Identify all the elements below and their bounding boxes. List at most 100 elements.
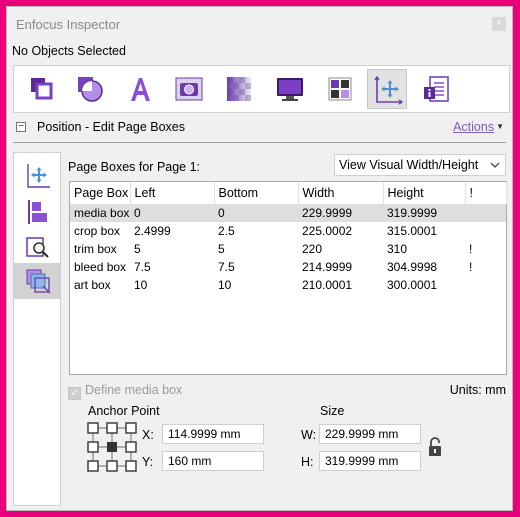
box-name-cell: art box: [74, 278, 111, 292]
table-row[interactable]: crop box 2.4999 2.5 225.0002 315.0001: [70, 222, 506, 240]
lock-open-icon[interactable]: [427, 436, 443, 458]
left-cell: 2.4999: [134, 224, 171, 238]
shape-tool-button[interactable]: [70, 69, 110, 109]
warning-cell: [465, 222, 506, 240]
section-header: − Position - Edit Page Boxes Actions ▼: [13, 119, 506, 143]
width-cell: 210.0001: [302, 278, 353, 292]
left-cell: 0: [130, 204, 214, 222]
layout-grid-icon: [328, 77, 352, 101]
box-name-cell: bleed box: [74, 260, 127, 274]
side-tab-move[interactable]: [14, 158, 60, 194]
actions-label: Actions: [453, 120, 495, 134]
crop-zoom-icon: [26, 237, 49, 258]
warning-cell: [465, 276, 506, 294]
side-tab-crop[interactable]: [14, 230, 60, 266]
height-cell: 319.9999: [383, 204, 465, 222]
height-cell: 310: [387, 242, 408, 256]
height-cell: 315.0001: [387, 224, 438, 238]
anchor-point-label: Anchor Point: [88, 404, 160, 418]
bottom-cell: 10: [218, 278, 232, 292]
box-name-cell: trim box: [74, 242, 117, 256]
column-header-left[interactable]: Left: [130, 182, 215, 205]
left-cell: 5: [134, 242, 141, 256]
object-layers-tool-button[interactable]: [22, 69, 62, 109]
move-icon: [27, 164, 50, 188]
height-field[interactable]: 319.9999 mm: [319, 451, 421, 471]
transparency-tool-button[interactable]: [219, 69, 259, 109]
warning-cell: !: [469, 242, 473, 256]
object-layers-icon: [31, 78, 53, 100]
selection-status: No Objects Selected: [12, 44, 126, 58]
column-header-height[interactable]: Height: [383, 182, 466, 205]
column-header-width[interactable]: Width: [298, 182, 384, 205]
image-icon: [175, 77, 203, 101]
width-cell: 214.9999: [302, 260, 353, 274]
position-icon: [374, 75, 403, 105]
width-cell: 225.0002: [302, 224, 353, 238]
box-name-cell: media box: [70, 204, 130, 222]
transparency-icon: [227, 77, 251, 101]
image-tool-button[interactable]: [169, 69, 209, 109]
page-boxes-table: Page Box Left Bottom Width Height ! medi…: [69, 181, 507, 375]
column-header-warning[interactable]: !: [465, 182, 507, 205]
triangle-down-icon: ▼: [496, 122, 504, 131]
left-cell: 7.5: [134, 260, 151, 274]
column-header-page-box[interactable]: Page Box: [70, 182, 131, 205]
table-row[interactable]: trim box 5 5 220 310 !: [70, 240, 506, 258]
monitor-tool-button[interactable]: [270, 69, 310, 109]
view-mode-select[interactable]: View Visual Width/Height: [334, 154, 506, 176]
x-label: X:: [142, 428, 154, 442]
layout-tool-button[interactable]: [320, 69, 360, 109]
column-header-bottom[interactable]: Bottom: [214, 182, 299, 205]
title-bar: Enfocus Inspector ×: [7, 7, 512, 39]
height-cell: 304.9998: [387, 260, 438, 274]
x-field[interactable]: 114.9999 mm: [162, 424, 264, 444]
chevron-down-icon: [490, 162, 500, 168]
units-label: Units: mm: [449, 383, 506, 397]
bottom-cell: 5: [218, 242, 225, 256]
inspector-toolbar: [13, 65, 510, 113]
side-tab-page-boxes[interactable]: [14, 263, 60, 299]
bottom-cell: 0: [214, 204, 298, 222]
collapse-toggle[interactable]: −: [16, 122, 26, 132]
size-label: Size: [320, 404, 345, 418]
y-label: Y:: [142, 455, 154, 469]
table-row[interactable]: bleed box 7.5 7.5 214.9999 304.9998 !: [70, 258, 506, 276]
page-boxes-icon: [26, 269, 51, 294]
bottom-cell: 7.5: [218, 260, 235, 274]
warning-cell: !: [469, 260, 473, 274]
warning-cell: [465, 204, 506, 222]
close-button[interactable]: ×: [492, 17, 506, 31]
shape-icon: [78, 77, 103, 102]
inspector-window: Enfocus Inspector × No Objects Selected: [6, 6, 513, 511]
anchor-point-selector[interactable]: [87, 422, 137, 472]
window-title: Enfocus Inspector: [16, 17, 121, 32]
align-icon: [28, 200, 47, 224]
position-tool-button[interactable]: [367, 69, 407, 109]
w-label: W:: [301, 428, 317, 442]
box-name-cell: crop box: [74, 224, 121, 238]
document-info-icon: [424, 76, 449, 102]
actions-menu[interactable]: Actions ▼: [453, 120, 504, 134]
bottom-cell: 2.5: [218, 224, 235, 238]
define-media-box-label: Define media box: [85, 383, 183, 397]
section-title: Position - Edit Page Boxes: [37, 120, 185, 134]
left-cell: 10: [134, 278, 148, 292]
width-field[interactable]: 229.9999 mm: [319, 424, 421, 444]
width-cell: 229.9999: [298, 204, 383, 222]
define-media-box-option: ✓ Define media box: [68, 383, 182, 400]
document-info-tool-button[interactable]: [417, 69, 457, 109]
height-cell: 300.0001: [387, 278, 438, 292]
h-label: H:: [301, 455, 314, 469]
table-row[interactable]: art box 10 10 210.0001 300.0001: [70, 276, 506, 294]
y-field[interactable]: 160 mm: [162, 451, 264, 471]
define-media-box-checkbox[interactable]: ✓: [68, 387, 81, 400]
side-tab-bar: [13, 152, 61, 506]
table-row[interactable]: media box 0 0 229.9999 319.9999: [70, 204, 506, 222]
side-tab-align[interactable]: [14, 194, 60, 230]
table-header-row: Page Box Left Bottom Width Height !: [70, 182, 507, 205]
view-mode-value: View Visual Width/Height: [339, 158, 479, 172]
page-boxes-label: Page Boxes for Page 1:: [68, 160, 201, 174]
text-tool-button[interactable]: [120, 69, 160, 109]
monitor-icon: [277, 78, 303, 101]
